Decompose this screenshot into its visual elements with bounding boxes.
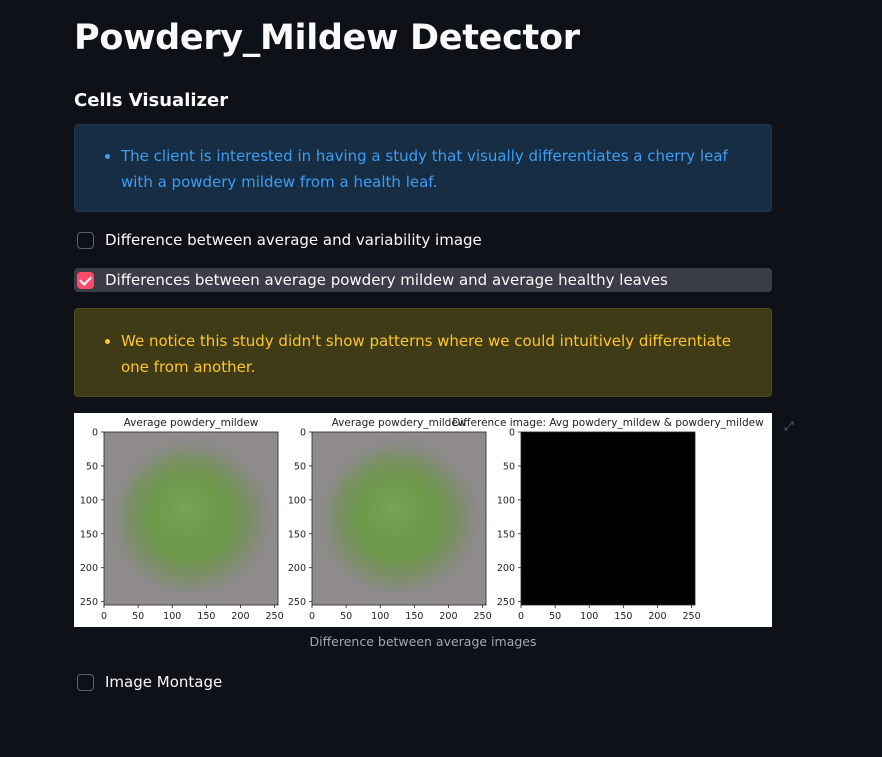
y-tick-label: 50 (294, 461, 306, 472)
x-tick-label: 250 (474, 611, 492, 622)
difference-figure: Average powdery_mildew 0 50 100 150 200 250 0 50… (74, 413, 772, 627)
y-tick-label: 250 (288, 597, 306, 608)
checkbox-box-checked[interactable] (77, 271, 94, 289)
checkbox-label: Image Montage (105, 673, 223, 691)
checkbox-box[interactable] (77, 231, 94, 249)
y-tick-label: 150 (288, 529, 306, 540)
x-tick-label: 50 (132, 611, 144, 622)
leaf-center (124, 451, 251, 576)
checkbox-avg-variability[interactable]: Difference between average and variabili… (74, 228, 772, 252)
x-tick-label: 0 (101, 611, 107, 622)
y-tick-label: 100 (80, 495, 98, 506)
subplot-title: Average powdery_mildew (332, 417, 467, 429)
x-tick-label: 150 (405, 611, 423, 622)
y-tick-label: 200 (497, 563, 515, 574)
y-tick-label: 100 (288, 495, 306, 506)
y-tick-label: 200 (80, 563, 98, 574)
page-title: Powdery_Mildew Detector (74, 18, 580, 58)
y-tick-label: 50 (86, 461, 98, 472)
x-tick-label: 100 (580, 611, 598, 622)
info-alert: The client is interested in having a stu… (74, 124, 772, 212)
figure-caption: Difference between average images (309, 634, 537, 649)
checkbox-box[interactable] (77, 673, 94, 691)
y-tick-label: 0 (509, 428, 515, 439)
x-tick-label: 200 (439, 611, 457, 622)
y-tick-label: 0 (92, 428, 98, 439)
x-tick-label: 100 (371, 611, 389, 622)
x-tick-label: 150 (614, 611, 632, 622)
x-tick-label: 100 (163, 611, 181, 622)
expand-icon[interactable]: ⤢ (784, 419, 798, 433)
x-tick-label: 50 (549, 611, 561, 622)
y-tick-label: 150 (497, 529, 515, 540)
checkbox-image-montage[interactable]: Image Montage (74, 670, 772, 694)
subplot-title: Average powdery_mildew (124, 417, 259, 429)
y-tick-label: 150 (80, 529, 98, 540)
x-tick-label: 50 (340, 611, 352, 622)
y-tick-label: 0 (300, 428, 306, 439)
subplot-title: Difference image: Avg powdery_mildew & p… (452, 417, 764, 429)
x-tick-label: 200 (231, 611, 249, 622)
difference-image (521, 432, 695, 605)
warning-alert-text: We notice this study didn't show pattern… (121, 328, 771, 380)
x-tick-label: 0 (518, 611, 524, 622)
info-alert-text: The client is interested in having a stu… (121, 143, 771, 195)
checkbox-label: Difference between average and variabili… (105, 231, 482, 249)
checkbox-avg-differences[interactable]: Differences between average powdery mild… (74, 268, 772, 292)
y-tick-label: 250 (497, 597, 515, 608)
leaf-center (332, 451, 459, 576)
checkbox-label: Differences between average powdery mild… (105, 271, 668, 289)
app-main: Powdery_Mildew Detector Cells Visualizer… (0, 0, 882, 757)
y-tick-label: 250 (80, 597, 98, 608)
section-subtitle: Cells Visualizer (74, 90, 229, 111)
warning-alert: We notice this study didn't show pattern… (74, 308, 772, 397)
x-tick-label: 0 (309, 611, 315, 622)
y-tick-label: 100 (497, 495, 515, 506)
figure-svg: Average powdery_mildew0 50 100 150 200 250050… (80, 417, 764, 622)
x-tick-label: 150 (197, 611, 215, 622)
x-tick-label: 250 (266, 611, 284, 622)
y-tick-label: 200 (288, 563, 306, 574)
x-tick-label: 250 (683, 611, 701, 622)
x-tick-label: 200 (648, 611, 666, 622)
y-tick-label: 50 (503, 461, 515, 472)
